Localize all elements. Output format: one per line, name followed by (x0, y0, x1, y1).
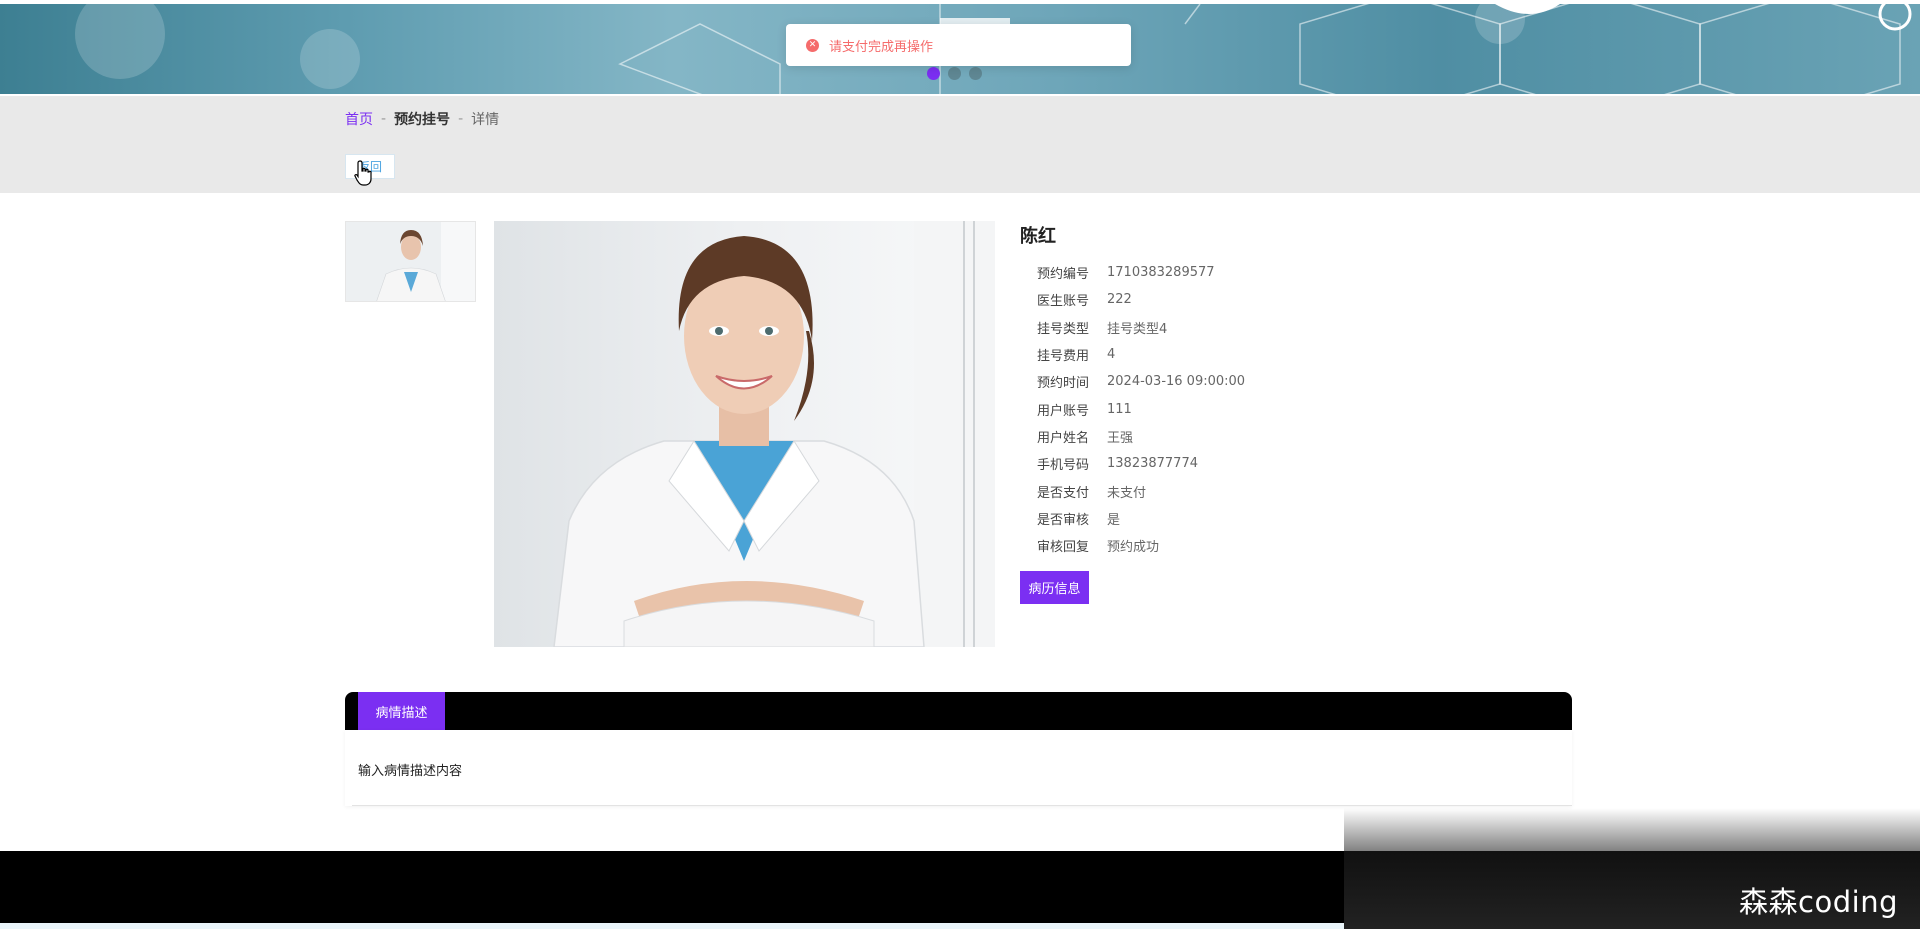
detail-label: 预约编号 (1036, 267, 1089, 283)
detail-label: 手机号码 (1036, 458, 1089, 474)
breadcrumb-current: 详情 (471, 112, 500, 128)
detail-row-doctor-account: 医生账号 222 (1020, 286, 1320, 313)
breadcrumb-separator: - (458, 111, 464, 127)
detail-value: 111 (1107, 401, 1132, 417)
medical-record-button[interactable]: 病历信息 (1020, 571, 1089, 604)
toast-message: 请支付完成再操作 (829, 39, 934, 55)
error-circle-icon: ✕ (806, 38, 819, 52)
detail-value: 13823877774 (1107, 456, 1198, 472)
appointment-details: 预约编号 1710383289577 医生账号 222 挂号类型 挂号类型4 挂… (1020, 259, 1320, 559)
detail-label: 预约时间 (1036, 376, 1089, 392)
detail-row-paid: 是否支付 未支付 (1020, 477, 1320, 504)
description-panel (345, 730, 1572, 806)
detail-value: 4 (1107, 347, 1116, 363)
divider (352, 805, 1572, 806)
detail-row-user-name: 用户姓名 王强 (1020, 423, 1320, 450)
hand-pointer-cursor-icon (354, 160, 372, 186)
detail-label: 用户姓名 (1036, 430, 1089, 446)
error-toast: ✕ 请支付完成再操作 (786, 24, 1131, 66)
carousel-dot-1[interactable] (927, 67, 940, 80)
detail-label: 审核回复 (1036, 540, 1089, 556)
detail-value: 未支付 (1107, 485, 1147, 501)
description-tab-bar (345, 692, 1572, 730)
detail-value: 王强 (1107, 430, 1134, 446)
detail-row-phone: 手机号码 13823877774 (1020, 450, 1320, 477)
detail-label: 挂号类型 (1036, 321, 1089, 337)
detail-row-reviewed: 是否审核 是 (1020, 505, 1320, 532)
tab-condition-description[interactable]: 病情描述 (358, 692, 445, 730)
breadcrumb-section-link[interactable]: 预约挂号 (394, 109, 450, 129)
detail-label: 医生账号 (1036, 294, 1089, 310)
breadcrumb-home-link[interactable]: 首页 (345, 109, 373, 129)
page: ✕ 请支付完成再操作 首页 - 预约挂号 - 详情 返回 陈红 预约编号 171… (0, 0, 1920, 929)
description-content: 输入病情描述内容 (358, 764, 463, 779)
detail-row-registration-fee: 挂号费用 4 (1020, 341, 1320, 368)
doctor-name: 陈红 (1020, 226, 1056, 247)
carousel-indicators (927, 67, 982, 80)
watermark-text: 森森coding (1739, 885, 1898, 919)
doctor-thumbnail[interactable] (345, 221, 476, 302)
detail-value: 2024-03-16 09:00:00 (1107, 374, 1246, 390)
detail-row-appointment-time: 预约时间 2024-03-16 09:00:00 (1020, 368, 1320, 395)
detail-row-appointment-no: 预约编号 1710383289577 (1020, 259, 1320, 286)
breadcrumb-bar (0, 96, 1920, 193)
detail-value: 是 (1107, 512, 1121, 528)
detail-label: 用户账号 (1036, 403, 1089, 419)
detail-label: 是否支付 (1036, 485, 1089, 501)
detail-value: 挂号类型4 (1107, 321, 1168, 337)
detail-row-review-reply: 审核回复 预约成功 (1020, 532, 1320, 559)
detail-label: 挂号费用 (1036, 349, 1089, 365)
breadcrumb: 首页 - 预约挂号 - 详情 (345, 109, 499, 129)
detail-value: 222 (1107, 292, 1132, 308)
carousel-dot-2[interactable] (948, 67, 961, 80)
breadcrumb-separator: - (381, 111, 387, 127)
carousel-dot-3[interactable] (969, 67, 982, 80)
detail-label: 是否审核 (1036, 512, 1089, 528)
doctor-photo (494, 221, 995, 647)
detail-row-user-account: 用户账号 111 (1020, 395, 1320, 422)
detail-value: 预约成功 (1107, 540, 1160, 556)
detail-row-registration-type: 挂号类型 挂号类型4 (1020, 314, 1320, 341)
detail-value: 1710383289577 (1107, 265, 1215, 281)
